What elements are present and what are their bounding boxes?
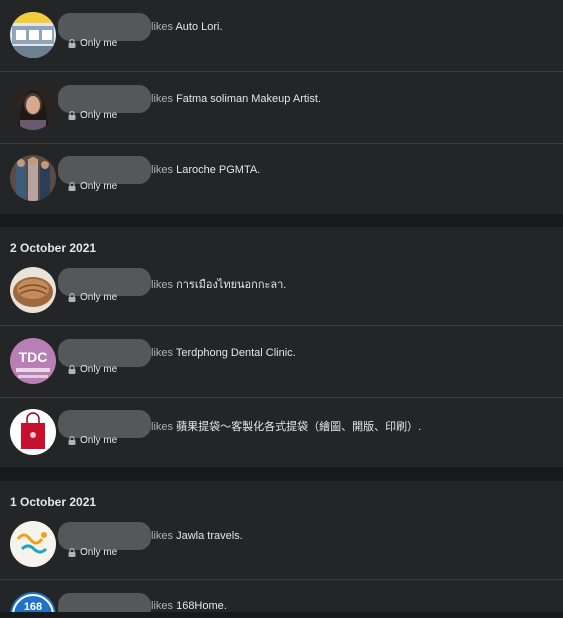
activity-verb: likes — [151, 93, 174, 105]
privacy-label: Only me — [80, 110, 118, 121]
privacy-indicator[interactable]: Only me — [68, 110, 117, 121]
activity-text: likes การเมืองไทยนอกกะลา. — [151, 275, 286, 293]
activity-verb: likes — [151, 347, 174, 359]
date-header: 1 October 2021 — [10, 495, 97, 509]
activity-verb: likes — [151, 421, 174, 433]
lock-icon — [68, 182, 76, 191]
privacy-indicator[interactable]: Only me — [68, 547, 117, 558]
jawla-avatar[interactable] — [10, 521, 56, 567]
activity-target[interactable]: 168Home. — [176, 600, 227, 612]
privacy-label: Only me — [80, 364, 118, 375]
activity-target[interactable]: Fatma soliman Makeup Artist. — [176, 93, 321, 105]
activity-target[interactable]: Jawla travels. — [176, 530, 243, 542]
privacy-label: Only me — [80, 38, 118, 49]
activity-text: likes 蘋果提袋～客製化各式提袋（繪圖、開版、印刷）. — [151, 418, 421, 434]
redacted-name — [58, 85, 151, 113]
activity-verb: likes — [151, 279, 174, 291]
activity-target[interactable]: การเมืองไทยนอกกะลา. — [176, 279, 286, 291]
privacy-indicator[interactable]: Only me — [68, 181, 117, 192]
redacted-name — [58, 522, 151, 550]
activity-verb: likes — [151, 21, 174, 33]
privacy-indicator[interactable]: Only me — [68, 435, 117, 446]
redacted-name — [58, 156, 151, 184]
activity-card: 1 October 2021 likes Jawla travels. Only… — [0, 481, 563, 612]
tdc-avatar[interactable]: TDC — [10, 338, 56, 384]
laroche-avatar[interactable] — [10, 155, 56, 201]
activity-row[interactable]: likes Jawla travels. Only me — [0, 509, 563, 579]
168-logo-text: 168 — [24, 601, 42, 612]
activity-row[interactable]: likes 蘋果提袋～客製化各式提袋（繪圖、開版、印刷）. Only me — [0, 397, 563, 467]
activity-target[interactable]: Terdphong Dental Clinic. — [176, 347, 296, 359]
activity-row[interactable]: likes Fatma soliman Makeup Artist. Only … — [0, 72, 563, 142]
lock-icon — [68, 436, 76, 445]
activity-target[interactable]: Laroche PGMTA. — [176, 164, 260, 176]
bottom-edge — [0, 612, 563, 618]
fatma-soliman-avatar[interactable] — [10, 84, 56, 130]
activity-card: 2 October 2021 likes การเมืองไทยนอกกะลา.… — [0, 227, 563, 467]
lock-icon — [68, 111, 76, 120]
activity-row[interactable]: likes Laroche PGMTA. Only me — [0, 143, 563, 213]
lock-icon — [68, 39, 76, 48]
lock-icon — [68, 365, 76, 374]
activity-text: likes Auto Lori. — [151, 21, 223, 33]
activity-verb: likes — [151, 600, 174, 612]
activity-row[interactable]: likes การเมืองไทยนอกกะลา. Only me — [0, 255, 563, 325]
activity-target[interactable]: Auto Lori. — [175, 21, 222, 33]
privacy-label: Only me — [80, 181, 118, 192]
lock-icon — [68, 548, 76, 557]
privacy-indicator[interactable]: Only me — [68, 38, 117, 49]
redacted-name — [58, 593, 151, 612]
activity-verb: likes — [151, 164, 174, 176]
tdc-logo-text: TDC — [19, 349, 48, 365]
redacted-name — [58, 339, 151, 367]
activity-text: likes Laroche PGMTA. — [151, 164, 260, 176]
politics-avatar[interactable] — [10, 267, 56, 313]
activity-row[interactable]: likes Auto Lori. Only me — [0, 0, 563, 70]
activity-verb: likes — [151, 530, 174, 542]
activity-target[interactable]: 蘋果提袋～客製化各式提袋（繪圖、開版、印刷）. — [176, 421, 421, 433]
lock-icon — [68, 293, 76, 302]
168home-avatar[interactable]: 168 — [10, 592, 56, 612]
privacy-label: Only me — [80, 292, 118, 303]
activity-row[interactable]: 168 likes 168Home. — [0, 580, 563, 612]
privacy-indicator[interactable]: Only me — [68, 364, 117, 375]
activity-text: likes Jawla travels. — [151, 530, 243, 542]
privacy-label: Only me — [80, 547, 118, 558]
redacted-name — [58, 13, 151, 41]
activity-text: likes Fatma soliman Makeup Artist. — [151, 93, 321, 105]
activity-card: likes Auto Lori. Only me likes Fatma sol… — [0, 0, 563, 214]
date-header: 2 October 2021 — [10, 241, 97, 255]
activity-row[interactable]: TDC likes Terdphong Dental Clinic. Only … — [0, 326, 563, 396]
activity-log: likes Auto Lori. Only me likes Fatma sol… — [0, 0, 563, 618]
activity-text: likes 168Home. — [151, 600, 227, 612]
privacy-indicator[interactable]: Only me — [68, 292, 117, 303]
redacted-name — [58, 410, 151, 438]
privacy-label: Only me — [80, 435, 118, 446]
bag-avatar[interactable] — [10, 409, 56, 455]
activity-text: likes Terdphong Dental Clinic. — [151, 347, 296, 359]
auto-lori-avatar[interactable] — [10, 12, 56, 58]
